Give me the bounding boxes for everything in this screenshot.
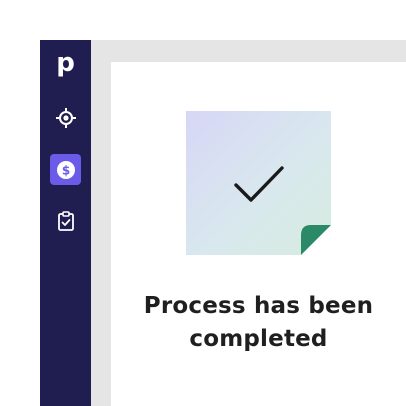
app-window: p $ Process has been completed: [0, 0, 406, 406]
completion-message-line-1: Process has been: [143, 293, 374, 319]
sidebar-item-targets[interactable]: [50, 102, 81, 133]
dollar-icon: $: [56, 160, 75, 179]
sidebar: p $: [40, 40, 91, 406]
svg-text:$: $: [61, 163, 69, 177]
completion-message-line-2: completed: [189, 326, 328, 352]
clipboard-check-icon: [57, 210, 74, 231]
sidebar-item-payments[interactable]: $: [50, 154, 81, 185]
top-bar: [91, 40, 406, 62]
sidebar-item-tasks[interactable]: [50, 205, 81, 236]
content-gutter: [91, 40, 111, 406]
target-icon: [55, 107, 76, 128]
note-graphic: [186, 111, 331, 255]
completion-illustration: [186, 111, 331, 255]
logo-text: p: [56, 48, 75, 78]
completion-message: Process has been completed: [111, 290, 406, 356]
